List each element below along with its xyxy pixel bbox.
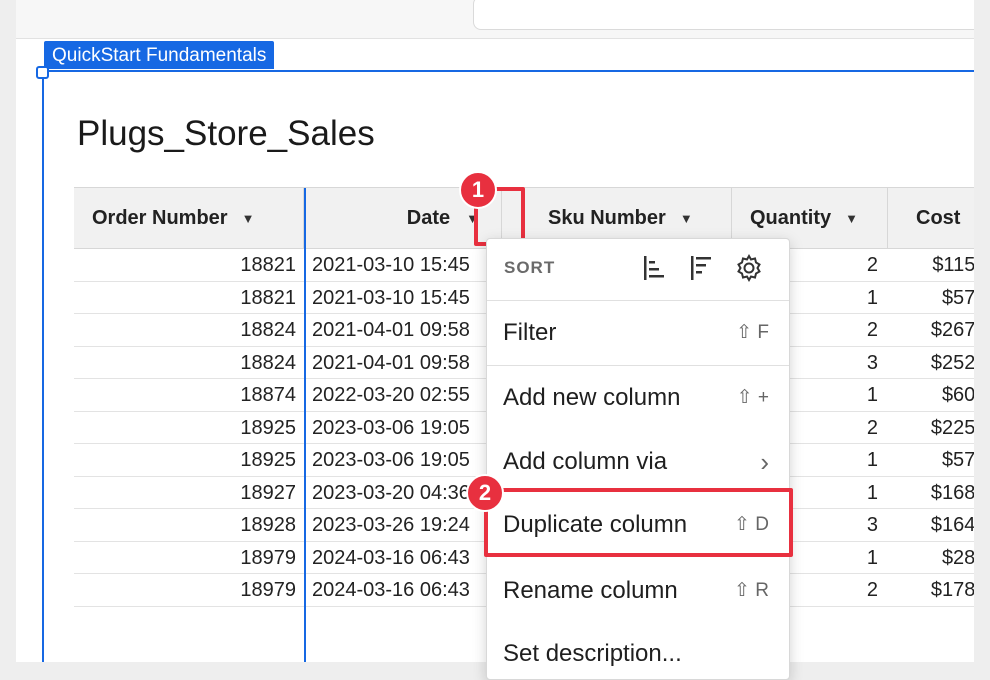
order-number-cell: 18925	[240, 449, 296, 471]
toolbar-field[interactable]	[473, 0, 974, 30]
menu-item-filter[interactable]: Filter ⇧ F	[487, 301, 789, 365]
cost-cell: $267.8	[930, 319, 974, 341]
column-header-label: Date	[406, 206, 451, 229]
date-cell: 2023-03-06 19:05	[312, 449, 470, 471]
cost-cell: $57.7	[941, 286, 974, 309]
menu-item-label: Filter	[503, 319, 557, 346]
column-context-menu: SORT Filter ⇧ F Add new column ⇧ + Add c…	[486, 238, 790, 680]
column-menu-caret-icon[interactable]: ▼	[845, 211, 858, 226]
callout-badge-2: 2	[466, 474, 504, 512]
cost-cell: $60.1	[941, 384, 974, 406]
cost-cell: $164.7	[930, 514, 974, 536]
cost-cell: $252.0	[930, 351, 974, 374]
order-number-cell: 18925	[240, 416, 296, 439]
shortcut-hint: ⇧ R	[734, 580, 769, 601]
order-number-cell: 18927	[240, 481, 296, 504]
date-cell: 2024-03-16 06:43	[312, 546, 470, 569]
resize-handle[interactable]	[36, 66, 49, 79]
callout-badge-1: 1	[459, 171, 497, 209]
menu-item-add-new-column[interactable]: Add new column ⇧ +	[487, 366, 789, 430]
menu-item-label: Rename column	[503, 577, 678, 604]
order-number-cell: 18874	[240, 384, 296, 406]
menu-item-label: Add new column	[503, 384, 681, 411]
cost-cell: $57.7	[941, 449, 974, 471]
cost-cell: $168.2	[930, 481, 974, 504]
menu-sort-section: SORT	[487, 239, 789, 299]
duplicate-column-highlight	[484, 488, 793, 557]
date-cell: 2024-03-16 06:43	[312, 579, 470, 601]
menu-item-rename-column[interactable]: Rename column ⇧ R	[487, 559, 789, 623]
column-header-label: Sku Number	[548, 206, 666, 229]
sort-descending-icon[interactable]	[687, 253, 717, 283]
date-cell: 2021-04-01 09:58	[312, 319, 470, 341]
cost-cell: $115.3	[932, 254, 974, 276]
column-menu-caret-icon[interactable]: ▼	[242, 211, 255, 226]
date-cell: 2021-04-01 09:58	[312, 351, 470, 374]
column-header-label: Quantity	[750, 206, 832, 229]
order-number-cell: 18979	[240, 579, 296, 601]
order-number-cell: 18979	[240, 546, 296, 569]
order-number-cell: 18824	[240, 351, 296, 374]
date-cell: 2022-03-20 02:55	[312, 384, 470, 406]
date-cell: 2023-03-06 19:05	[312, 416, 470, 439]
date-cell: 2021-03-10 15:45	[312, 286, 470, 309]
menu-item-label: Set description...	[503, 640, 682, 667]
sort-ascending-icon[interactable]	[640, 253, 670, 283]
sort-settings-gear-icon[interactable]	[734, 253, 764, 283]
column-header-cost[interactable]: Cost ▼	[888, 188, 974, 248]
order-number-cell: 18928	[240, 514, 296, 536]
cost-cell: $178.5	[930, 579, 974, 601]
shortcut-hint: ⇧ +	[736, 387, 769, 408]
menu-item-label: Add column via	[503, 448, 668, 475]
column-header-order-number[interactable]: Order Number ▼	[74, 188, 304, 248]
chevron-right-icon: ›	[760, 447, 769, 477]
menu-item-add-column-via[interactable]: Add column via ›	[487, 430, 789, 494]
cost-cell: $225.6	[930, 416, 974, 439]
cost-cell: $28.5	[941, 546, 974, 569]
table-title[interactable]: Plugs_Store_Sales	[77, 114, 375, 154]
order-number-cell: 18824	[240, 319, 296, 341]
column-header-label: Order Number	[92, 206, 228, 229]
column-menu-caret-icon[interactable]: ▼	[680, 211, 693, 226]
order-number-cell: 18821	[240, 254, 296, 276]
menu-item-set-description[interactable]: Set description...	[487, 622, 789, 679]
shortcut-hint: ⇧ F	[736, 322, 769, 343]
date-cell: 2021-03-10 15:45	[312, 254, 470, 276]
element-name-tag[interactable]: QuickStart Fundamentals	[44, 41, 275, 69]
date-cell: 2023-03-26 19:24	[312, 514, 470, 536]
top-toolbar	[16, 0, 974, 39]
sort-label: SORT	[504, 258, 556, 277]
column-header-label: Cost	[916, 206, 961, 229]
order-number-cell: 18821	[240, 286, 296, 309]
